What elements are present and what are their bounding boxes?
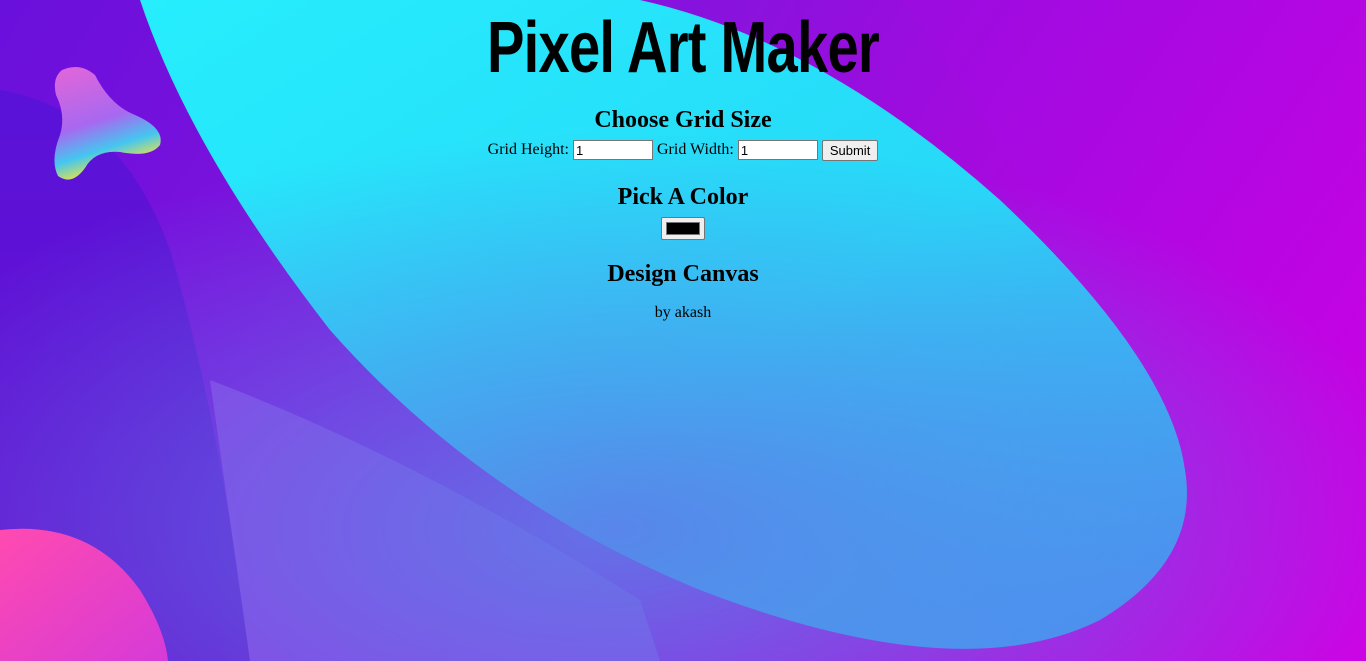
grid-size-form: Grid Height: Grid Width: Submit <box>0 138 1366 162</box>
grid-width-label: Grid Width: <box>657 141 734 158</box>
color-picker-wrap <box>0 217 1366 240</box>
grid-size-heading: Choose Grid Size <box>594 107 772 133</box>
grid-height-label: Grid Height: <box>487 141 569 158</box>
color-picker[interactable] <box>661 217 705 240</box>
grid-width-input[interactable] <box>737 140 818 160</box>
grid-height-input[interactable] <box>573 140 653 160</box>
page-title: Pixel Art Maker <box>486 8 880 88</box>
pick-color-heading: Pick A Color <box>617 184 749 210</box>
design-canvas-heading: Design Canvas <box>607 261 759 287</box>
author-credit: by akash <box>654 304 712 321</box>
page-content: Pixel Art Maker Choose Grid Size Grid He… <box>0 0 1366 324</box>
submit-button[interactable]: Submit <box>821 139 879 161</box>
color-swatch <box>666 222 700 235</box>
